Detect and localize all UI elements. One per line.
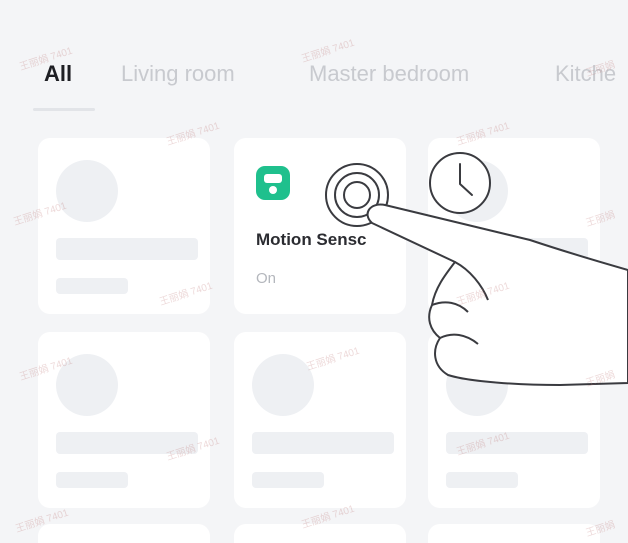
gesture-overlay bbox=[325, 152, 628, 386]
clock-icon bbox=[429, 152, 491, 214]
